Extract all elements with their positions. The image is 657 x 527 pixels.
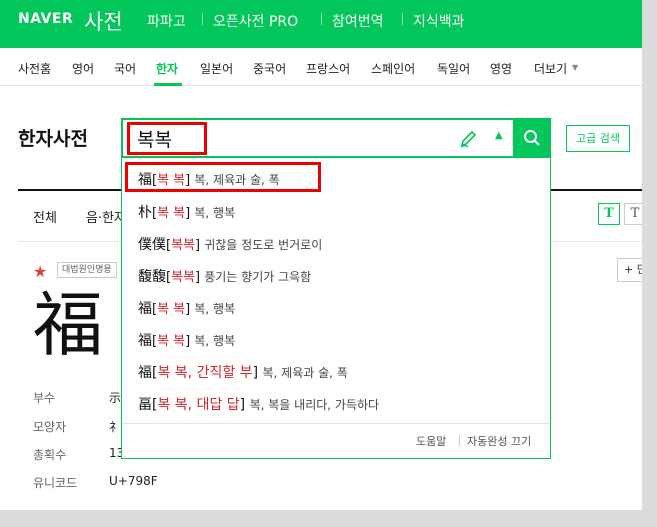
suggestion-reading: 복 복, 대답 답 [157, 397, 240, 413]
tab-french[interactable]: 프랑스어 [306, 60, 350, 77]
bracket: ] [252, 365, 263, 381]
suggestion-item[interactable]: 福[복 복, 간직할 부] 복, 제육과 술, 폭 [138, 362, 348, 382]
info-value-radical[interactable]: 示 [109, 389, 121, 406]
suggestion-highlight [125, 162, 321, 192]
suggestion-meaning: 복, 행복 [194, 206, 236, 220]
suggestion-reading: 복복 [171, 238, 195, 253]
tab-japanese[interactable]: 일본어 [200, 60, 233, 77]
info-label-unicode: 유니코드 [33, 476, 78, 490]
caret-up-icon[interactable]: ▲ [495, 130, 503, 141]
search-value-highlight [127, 122, 207, 155]
dictionary-service-title[interactable]: 사전 [84, 6, 123, 36]
nav-participation-translation[interactable]: 참여번역 [332, 11, 384, 31]
nav-separator [202, 13, 203, 25]
suggestion-meaning: 풍기는 향기가 그윽함 [204, 270, 312, 284]
info-label-shape: 모양자 [33, 420, 67, 434]
help-link[interactable]: 도움말 [416, 433, 446, 449]
bracket: ] [185, 302, 195, 317]
top-header: NAVER 사전 파파고 오픈사전 PRO 참여번역 지식백과 [0, 0, 642, 48]
suggestion-meaning: 귀찮을 정도로 번거로이 [204, 238, 323, 252]
language-tabs: 사전홈 영어 국어 한자 일본어 중국어 프랑스어 스페인어 독일어 영영 더보… [0, 48, 642, 86]
suggestion-hanja: 福 [138, 365, 152, 381]
suggestion-item[interactable]: 朴[복 복] 복, 행복 [138, 202, 235, 222]
suggestion-hanja: 馥馥 [138, 269, 166, 285]
suggestion-reading: 복 복, 간직할 부 [157, 365, 253, 381]
info-label-strokes: 총획수 [33, 448, 67, 462]
suggestion-hanja: 福 [138, 301, 152, 317]
dictionary-page: NAVER 사전 파파고 오픈사전 PRO 참여번역 지식백과 사전홈 영어 국… [0, 0, 642, 510]
suggestion-hanja: 朴 [138, 205, 152, 221]
tab-english[interactable]: 영어 [72, 60, 94, 77]
filter-all[interactable]: 전체 [33, 207, 57, 226]
naver-logo[interactable]: NAVER [18, 11, 73, 27]
name-use-badge: 대법원인명용 [57, 262, 117, 278]
tab-korean[interactable]: 국어 [114, 60, 136, 77]
bracket: ] [195, 238, 205, 253]
star-icon[interactable]: ★ [33, 262, 47, 281]
add-wordbook-button[interactable]: + 단어 [617, 258, 642, 282]
info-value-shape: 礻 [109, 420, 122, 434]
window-edge [0, 510, 657, 527]
window-edge [642, 0, 657, 527]
info-label-radical: 부수 [33, 391, 56, 405]
bracket: ] [185, 206, 195, 221]
more-caret-icon: ▼ [572, 63, 579, 72]
suggestion-item[interactable]: 畐[복 복, 대답 답] 복, 복을 내리다, 가득하다 [138, 394, 379, 414]
suggestion-hanja: 僕僕 [138, 237, 166, 253]
autocomplete-off-link[interactable]: 자동완성 끄기 [467, 433, 531, 449]
active-tab-underline [154, 83, 182, 86]
search-icon [524, 130, 540, 146]
tab-hanja[interactable]: 한자 [156, 60, 178, 77]
text-size-small-button[interactable]: T [624, 203, 642, 225]
nav-papago[interactable]: 파파고 [147, 11, 186, 31]
tab-spanish[interactable]: 스페인어 [371, 60, 415, 77]
text-size-large-button[interactable]: T [598, 203, 620, 225]
suggestion-meaning: 복, 제육과 술, 폭 [262, 366, 348, 380]
filter-reading[interactable]: 음·한자 [86, 207, 126, 226]
suggestion-item[interactable]: 福[복 복] 복, 행복 [138, 330, 235, 350]
autocomplete-dropdown: 福[복 복] 복, 제육과 술, 폭 朴[복 복] 복, 행복 僕僕[복복] 귀… [121, 157, 551, 459]
suggestion-meaning: 복, 행복 [194, 302, 236, 316]
bracket: ] [195, 270, 205, 285]
suggestion-reading: 복 복 [157, 206, 186, 221]
tab-english-english[interactable]: 영영 [490, 60, 512, 77]
nav-open-dict-pro[interactable]: 오픈사전 PRO [213, 11, 298, 31]
suggestion-hanja: 畐 [138, 397, 152, 413]
advanced-search-button[interactable]: 고급 검색 [566, 125, 630, 152]
bracket: ] [185, 334, 195, 349]
nav-separator [321, 13, 322, 25]
suggestion-item[interactable]: 僕僕[복복] 귀찮을 정도로 번거로이 [138, 234, 322, 254]
suggestion-item[interactable]: 福[복 복] 복, 행복 [138, 298, 235, 318]
dropdown-footer-divider [122, 423, 550, 424]
entry-character: 福 [33, 284, 103, 366]
suggestion-reading: 복 복 [157, 334, 186, 349]
suggestion-hanja: 福 [138, 333, 152, 349]
tab-dict-home[interactable]: 사전홈 [18, 60, 51, 77]
pen-icon[interactable] [458, 129, 478, 149]
bracket: ] [239, 397, 250, 413]
tab-chinese[interactable]: 중국어 [253, 60, 286, 77]
tab-german[interactable]: 독일어 [437, 60, 470, 77]
suggestion-meaning: 복, 행복 [194, 334, 236, 348]
tab-more[interactable]: 더보기 [534, 60, 567, 77]
suggestion-meaning: 복, 복을 내리다, 가득하다 [249, 398, 380, 412]
info-value-unicode: U+798F [109, 474, 158, 488]
search-input[interactable]: 복복 ▲ [121, 118, 551, 158]
search-button[interactable] [513, 118, 551, 158]
suggestion-item[interactable]: 馥馥[복복] 풍기는 향기가 그윽함 [138, 266, 311, 286]
nav-separator [402, 13, 403, 25]
suggestion-reading: 복 복 [157, 302, 186, 317]
footer-separator [459, 435, 460, 446]
nav-encyclopedia[interactable]: 지식백과 [413, 11, 465, 31]
suggestion-reading: 복복 [171, 270, 195, 285]
page-title: 한자사전 [18, 128, 88, 150]
